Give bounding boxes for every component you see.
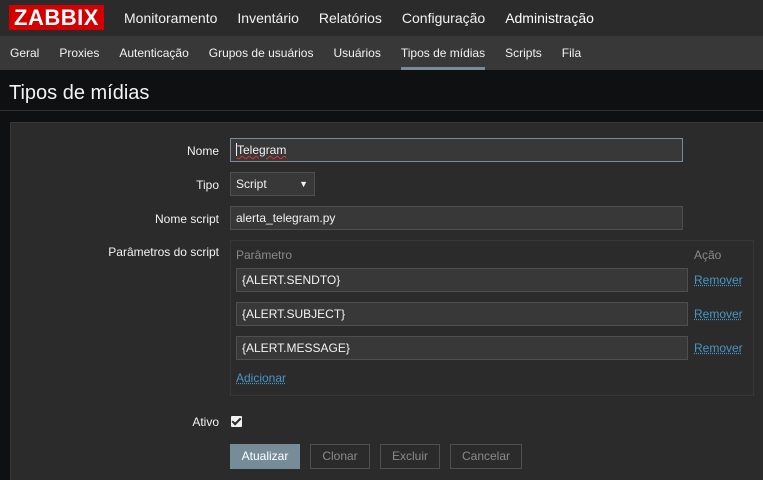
submenu-proxies[interactable]: Proxies <box>49 36 109 70</box>
top-navigation: ZABBIX Monitoramento Inventário Relatóri… <box>0 0 763 36</box>
name-label: Nome <box>186 144 219 158</box>
param-input-1[interactable]: {ALERT.SENDTO} <box>236 268 688 292</box>
param-input-2[interactable]: {ALERT.SUBJECT} <box>236 302 688 326</box>
delete-button[interactable]: Excluir <box>380 444 440 469</box>
script-name-label: Nome script <box>154 212 219 226</box>
name-input[interactable]: Telegram <box>230 138 683 162</box>
main-menu: Monitoramento Inventário Relatórios Conf… <box>114 0 604 36</box>
update-button[interactable]: Atualizar <box>230 444 300 469</box>
remove-param-3-link[interactable]: Remover <box>694 341 743 355</box>
page-title: Tipos de mídias <box>9 82 150 104</box>
type-select[interactable]: Script ▼ <box>230 172 315 196</box>
name-input-value: Telegram <box>237 143 287 157</box>
type-label: Tipo <box>196 178 219 192</box>
zabbix-logo[interactable]: ZABBIX <box>9 5 104 30</box>
param-column-header: Parâmetro <box>236 248 293 262</box>
page-header: Tipos de mídias <box>0 70 763 111</box>
submenu-scripts[interactable]: Scripts <box>495 36 552 70</box>
action-column-header: Ação <box>694 248 722 262</box>
remove-param-1-link[interactable]: Remover <box>694 273 743 287</box>
submenu-fila[interactable]: Fila <box>552 36 591 70</box>
submenu-autenticacao[interactable]: Autenticação <box>109 36 198 70</box>
type-select-value: Script <box>236 177 267 191</box>
add-param-link[interactable]: Adicionar <box>236 371 286 385</box>
menu-administracao[interactable]: Administração <box>495 0 604 36</box>
script-params-label: Parâmetros do script <box>108 245 219 259</box>
media-type-form: Nome Telegram Tipo Script ▼ Nome script … <box>10 122 763 480</box>
script-params-table: Parâmetro Ação {ALERT.SENDTO} Remover {A… <box>230 240 754 396</box>
remove-param-2-link[interactable]: Remover <box>694 307 743 321</box>
sub-navigation: Geral Proxies Autenticação Grupos de usu… <box>0 36 763 70</box>
menu-inventario[interactable]: Inventário <box>227 0 308 36</box>
dropdown-arrow-icon: ▼ <box>299 179 308 189</box>
admin-submenu: Geral Proxies Autenticação Grupos de usu… <box>0 36 591 70</box>
menu-monitoramento[interactable]: Monitoramento <box>114 0 227 36</box>
clone-button[interactable]: Clonar <box>310 444 370 469</box>
active-checkbox[interactable] <box>231 416 242 427</box>
menu-relatorios[interactable]: Relatórios <box>309 0 392 36</box>
param-input-3[interactable]: {ALERT.MESSAGE} <box>236 336 688 360</box>
submenu-grupos-de-usuarios[interactable]: Grupos de usuários <box>199 36 324 70</box>
cancel-button[interactable]: Cancelar <box>450 444 522 469</box>
submenu-geral[interactable]: Geral <box>0 36 49 70</box>
submenu-usuarios[interactable]: Usuários <box>323 36 390 70</box>
active-label: Ativo <box>192 415 219 429</box>
script-name-input[interactable]: alerta_telegram.py <box>230 206 683 230</box>
submenu-tipos-de-midias[interactable]: Tipos de mídias <box>391 36 495 70</box>
menu-configuracao[interactable]: Configuração <box>392 0 495 36</box>
